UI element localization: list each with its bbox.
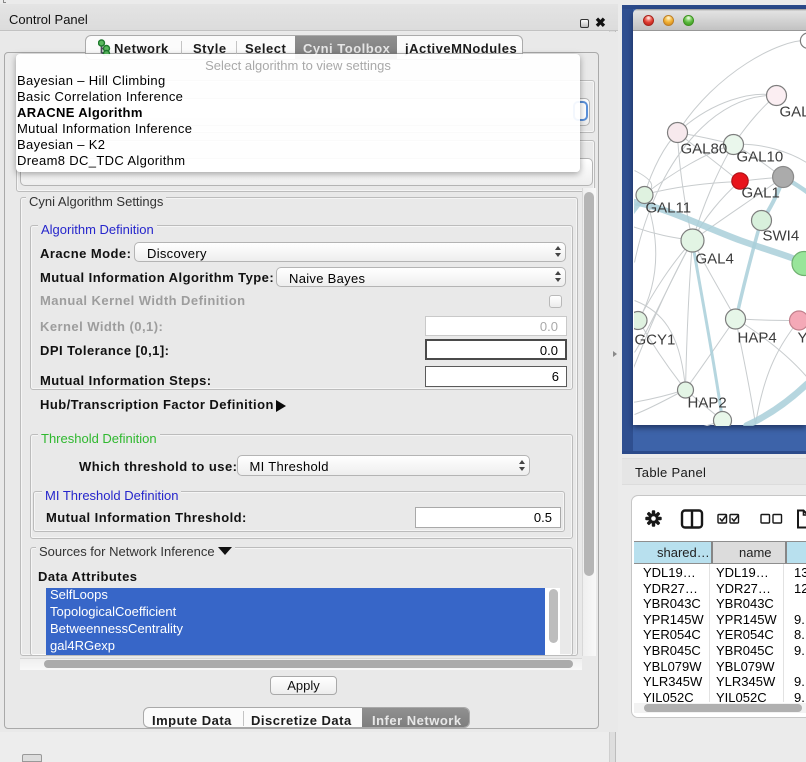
svg-text:GAL10: GAL10 — [736, 148, 783, 165]
svg-text:YJL157C: YJL157C — [797, 329, 806, 346]
svg-text:HAP2: HAP2 — [687, 394, 726, 411]
svg-text:GCY1: GCY1 — [634, 331, 675, 348]
svg-text:GAL4: GAL4 — [695, 250, 733, 267]
svg-text:HAP4: HAP4 — [737, 329, 776, 346]
svg-text:SWI4: SWI4 — [762, 227, 799, 244]
svg-text:GAL7: GAL7 — [779, 103, 806, 120]
svg-text:GAL1: GAL1 — [741, 184, 779, 201]
svg-text:GAL11: GAL11 — [645, 199, 691, 216]
svg-text:GAL80: GAL80 — [680, 140, 727, 157]
